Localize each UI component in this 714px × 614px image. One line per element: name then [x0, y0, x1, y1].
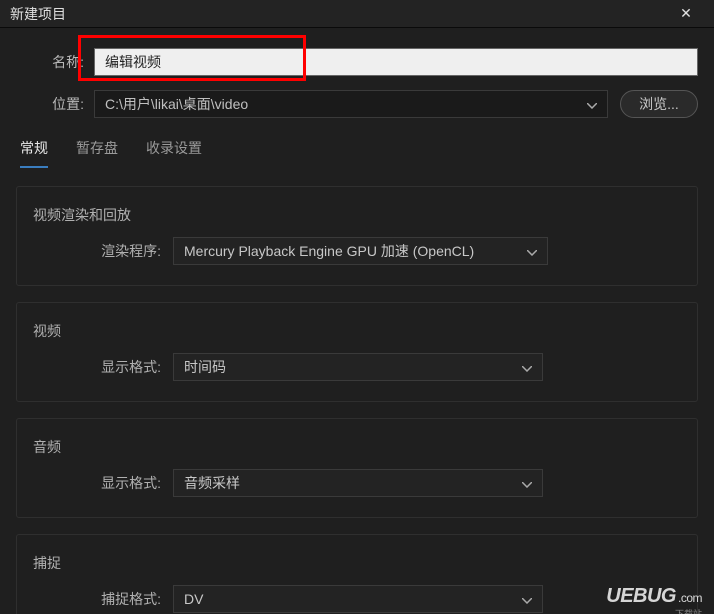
browse-button[interactable]: 浏览...	[620, 90, 698, 118]
audio-format-value: 音频采样	[184, 473, 240, 493]
chevron-down-icon	[587, 96, 597, 112]
audio-format-row: 显示格式: 音频采样	[33, 469, 681, 497]
renderer-row: 渲染程序: Mercury Playback Engine GPU 加速 (Op…	[33, 237, 681, 265]
group-title-render: 视频渲染和回放	[33, 207, 131, 223]
name-row: 名称:	[16, 48, 698, 76]
dialog-content: 名称: 位置: C:\用户\likai\桌面\video 浏览... 常规 暂存…	[0, 28, 714, 614]
titlebar: 新建项目 ✕	[0, 0, 714, 28]
capture-format-value: DV	[184, 591, 203, 607]
renderer-value: Mercury Playback Engine GPU 加速 (OpenCL)	[184, 241, 474, 261]
name-input[interactable]	[94, 48, 698, 76]
chevron-down-icon	[522, 475, 532, 491]
audio-format-select[interactable]: 音频采样	[173, 469, 543, 497]
chevron-down-icon	[522, 591, 532, 607]
location-select[interactable]: C:\用户\likai\桌面\video	[94, 90, 608, 118]
group-video: 视频 显示格式: 时间码	[16, 302, 698, 402]
video-format-value: 时间码	[184, 357, 226, 377]
close-icon: ✕	[680, 5, 692, 22]
window-title: 新建项目	[10, 4, 668, 24]
video-format-select[interactable]: 时间码	[173, 353, 543, 381]
location-value: C:\用户\likai\桌面\video	[105, 94, 248, 114]
group-title-capture: 捕捉	[33, 555, 61, 571]
tab-scratch-disks[interactable]: 暂存盘	[76, 138, 118, 168]
capture-format-select[interactable]: DV	[173, 585, 543, 613]
chevron-down-icon	[527, 243, 537, 259]
browse-label: 浏览...	[639, 94, 679, 114]
group-capture: 捕捉 捕捉格式: DV	[16, 534, 698, 614]
location-row: 位置: C:\用户\likai\桌面\video 浏览...	[16, 90, 698, 118]
capture-format-label: 捕捉格式:	[33, 589, 173, 609]
tab-ingest-settings[interactable]: 收录设置	[146, 138, 202, 168]
tab-general[interactable]: 常规	[20, 138, 48, 168]
renderer-select[interactable]: Mercury Playback Engine GPU 加速 (OpenCL)	[173, 237, 548, 265]
group-render-playback: 视频渲染和回放 渲染程序: Mercury Playback Engine GP…	[16, 186, 698, 286]
close-button[interactable]: ✕	[668, 0, 704, 28]
renderer-label: 渲染程序:	[33, 241, 173, 261]
group-audio: 音频 显示格式: 音频采样	[16, 418, 698, 518]
audio-format-label: 显示格式:	[33, 473, 173, 493]
video-format-label: 显示格式:	[33, 357, 173, 377]
group-title-audio: 音频	[33, 439, 61, 455]
capture-format-row: 捕捉格式: DV	[33, 585, 681, 613]
location-label: 位置:	[16, 94, 94, 114]
video-format-row: 显示格式: 时间码	[33, 353, 681, 381]
group-title-video: 视频	[33, 323, 61, 339]
chevron-down-icon	[522, 359, 532, 375]
name-label: 名称:	[16, 52, 94, 72]
tabs: 常规 暂存盘 收录设置	[16, 132, 698, 168]
